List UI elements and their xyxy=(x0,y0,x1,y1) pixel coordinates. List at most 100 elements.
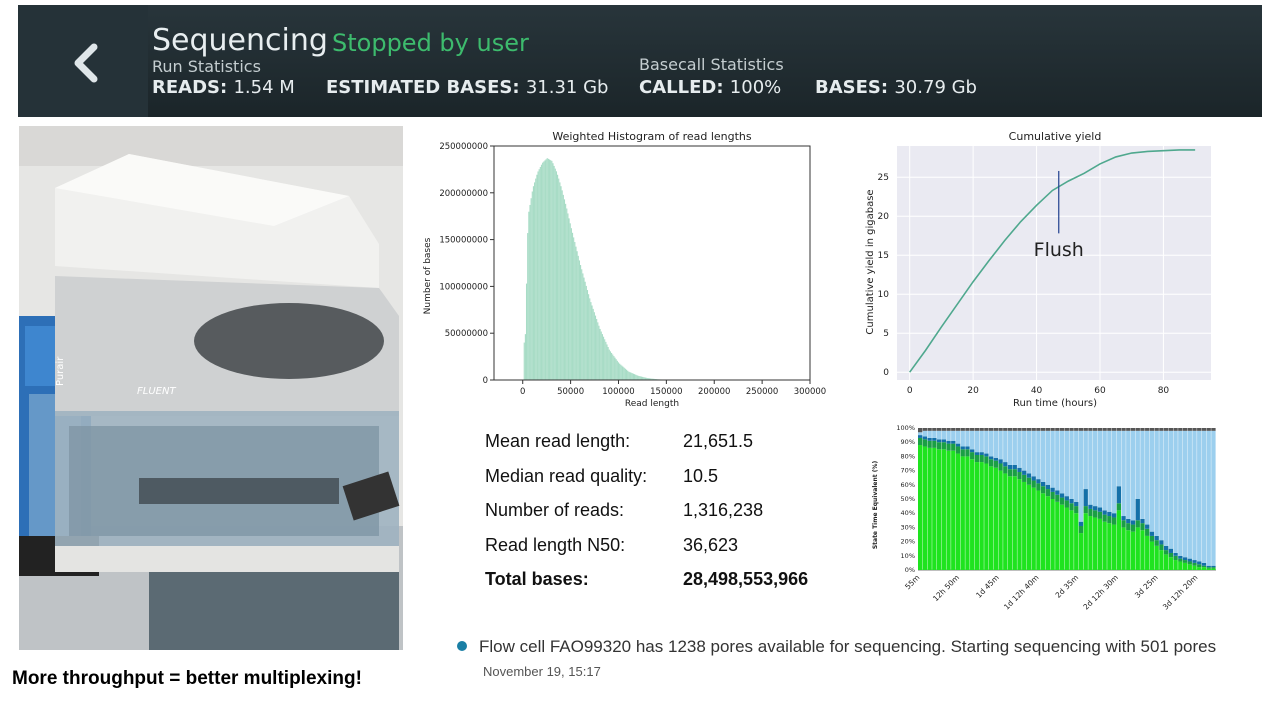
sequencing-segment xyxy=(1074,513,1079,570)
unavailable-segment xyxy=(960,428,965,431)
histogram-x-tick-label: 150000 xyxy=(650,387,682,397)
sequencing-segment xyxy=(927,447,932,570)
other-segment xyxy=(1211,430,1216,566)
histogram-bar xyxy=(602,336,605,380)
sequencing-segment xyxy=(984,463,989,570)
histogram-bar xyxy=(558,178,560,380)
sequencing-segment xyxy=(1069,510,1074,570)
histogram-bar xyxy=(534,182,536,380)
histogram-bar xyxy=(568,218,570,380)
histogram-bar xyxy=(560,186,562,380)
histogram-title: Weighted Histogram of read lengths xyxy=(552,130,752,143)
unavailable-segment xyxy=(1007,428,1013,431)
other-segment xyxy=(1168,430,1174,549)
other-segment xyxy=(1182,430,1188,558)
sequencing-segment xyxy=(1197,567,1202,570)
adapter-segment xyxy=(984,453,989,457)
histogram-bar xyxy=(599,328,601,380)
histogram-bar xyxy=(596,318,598,380)
pore-segment xyxy=(1007,469,1013,477)
histogram-bar xyxy=(605,341,607,380)
unavailable-segment xyxy=(988,428,994,431)
other-segment xyxy=(951,430,956,441)
other-segment xyxy=(1050,430,1055,488)
adapter-segment xyxy=(1097,507,1103,512)
yield-xlabel: Run time (hours) xyxy=(1013,398,1097,409)
other-segment xyxy=(970,430,975,450)
adapter-segment xyxy=(1069,499,1074,504)
unavailable-segment xyxy=(1197,428,1202,431)
histogram-bar xyxy=(600,331,602,380)
sequencing-segment xyxy=(1178,561,1183,570)
adapter-segment xyxy=(1083,489,1088,507)
sequencing-segment xyxy=(932,447,937,570)
adapter-segment xyxy=(1159,540,1164,545)
unavailable-segment xyxy=(1159,428,1164,431)
pore-segment xyxy=(1059,497,1065,505)
histogram-bar xyxy=(582,273,584,380)
back-button[interactable] xyxy=(18,5,148,117)
other-segment xyxy=(1059,430,1065,494)
estimated-bases-value: 31.31 Gb xyxy=(525,77,609,98)
adapter-segment xyxy=(1059,493,1065,498)
stat-label: Read length N50: xyxy=(485,534,626,555)
pore-segment xyxy=(984,456,989,464)
yield-y-tick-label: 20 xyxy=(878,212,890,222)
pore-segment xyxy=(955,446,961,454)
histogram-bar xyxy=(604,339,606,380)
pore-segment xyxy=(1069,503,1074,511)
other-segment xyxy=(1003,430,1008,463)
other-segment xyxy=(1192,430,1197,561)
states-x-tick-label: 1d 45m xyxy=(974,573,1001,600)
sequencing-segment xyxy=(1064,507,1069,570)
other-segment xyxy=(1135,430,1140,499)
unavailable-segment xyxy=(1168,428,1174,431)
other-segment xyxy=(922,430,928,437)
states-y-tick-label: 80% xyxy=(901,452,915,460)
pore-segment xyxy=(960,449,965,457)
adapter-segment xyxy=(1107,511,1112,517)
yield-y-tick-label: 10 xyxy=(878,290,890,300)
notice-timestamp: November 19, 15:17 xyxy=(483,664,601,679)
sequencing-segment xyxy=(1055,501,1060,570)
unavailable-segment xyxy=(1201,428,1207,431)
histogram-bar xyxy=(579,265,582,380)
called-value: 100% xyxy=(729,77,782,98)
adapter-segment xyxy=(1187,558,1192,562)
other-segment xyxy=(1140,430,1145,519)
adapter-segment xyxy=(918,435,923,438)
unavailable-segment xyxy=(1102,428,1107,431)
other-segment xyxy=(960,430,965,447)
other-segment xyxy=(1064,430,1069,497)
pore-segment xyxy=(922,439,928,447)
yield-title: Cumulative yield xyxy=(1009,130,1102,143)
pore-segment xyxy=(1121,520,1126,528)
unavailable-segment xyxy=(1012,428,1017,431)
histogram-x-tick-label: 300000 xyxy=(794,387,826,397)
caption-text: More throughput = better multiplexing! xyxy=(12,668,362,689)
unavailable-segment xyxy=(1050,428,1055,431)
histogram-bar xyxy=(589,298,591,380)
sequencing-segment xyxy=(1201,567,1207,570)
basecall-statistics-label: Basecall Statistics xyxy=(639,55,784,74)
histogram-bar xyxy=(573,237,575,380)
histogram-x-tick-label: 200000 xyxy=(698,387,730,397)
histogram-bar xyxy=(624,368,626,380)
histogram-bar xyxy=(608,349,610,380)
sequencing-segment xyxy=(974,462,980,570)
pore-segment xyxy=(1149,535,1155,542)
other-segment xyxy=(1031,430,1036,477)
adapter-segment xyxy=(1173,552,1178,556)
other-segment xyxy=(1116,430,1121,487)
sequencing-segment xyxy=(1116,510,1121,570)
sequencing-segment xyxy=(965,456,970,570)
pore-segment xyxy=(927,440,932,448)
adapter-segment xyxy=(1126,518,1131,524)
histogram-bar xyxy=(559,182,561,380)
unavailable-segment xyxy=(1145,428,1150,431)
other-segment xyxy=(1022,430,1027,471)
histogram-bar xyxy=(547,158,549,380)
histogram-bar xyxy=(585,285,587,380)
sequencing-segment xyxy=(1159,550,1164,570)
pore-segment xyxy=(1111,517,1117,525)
